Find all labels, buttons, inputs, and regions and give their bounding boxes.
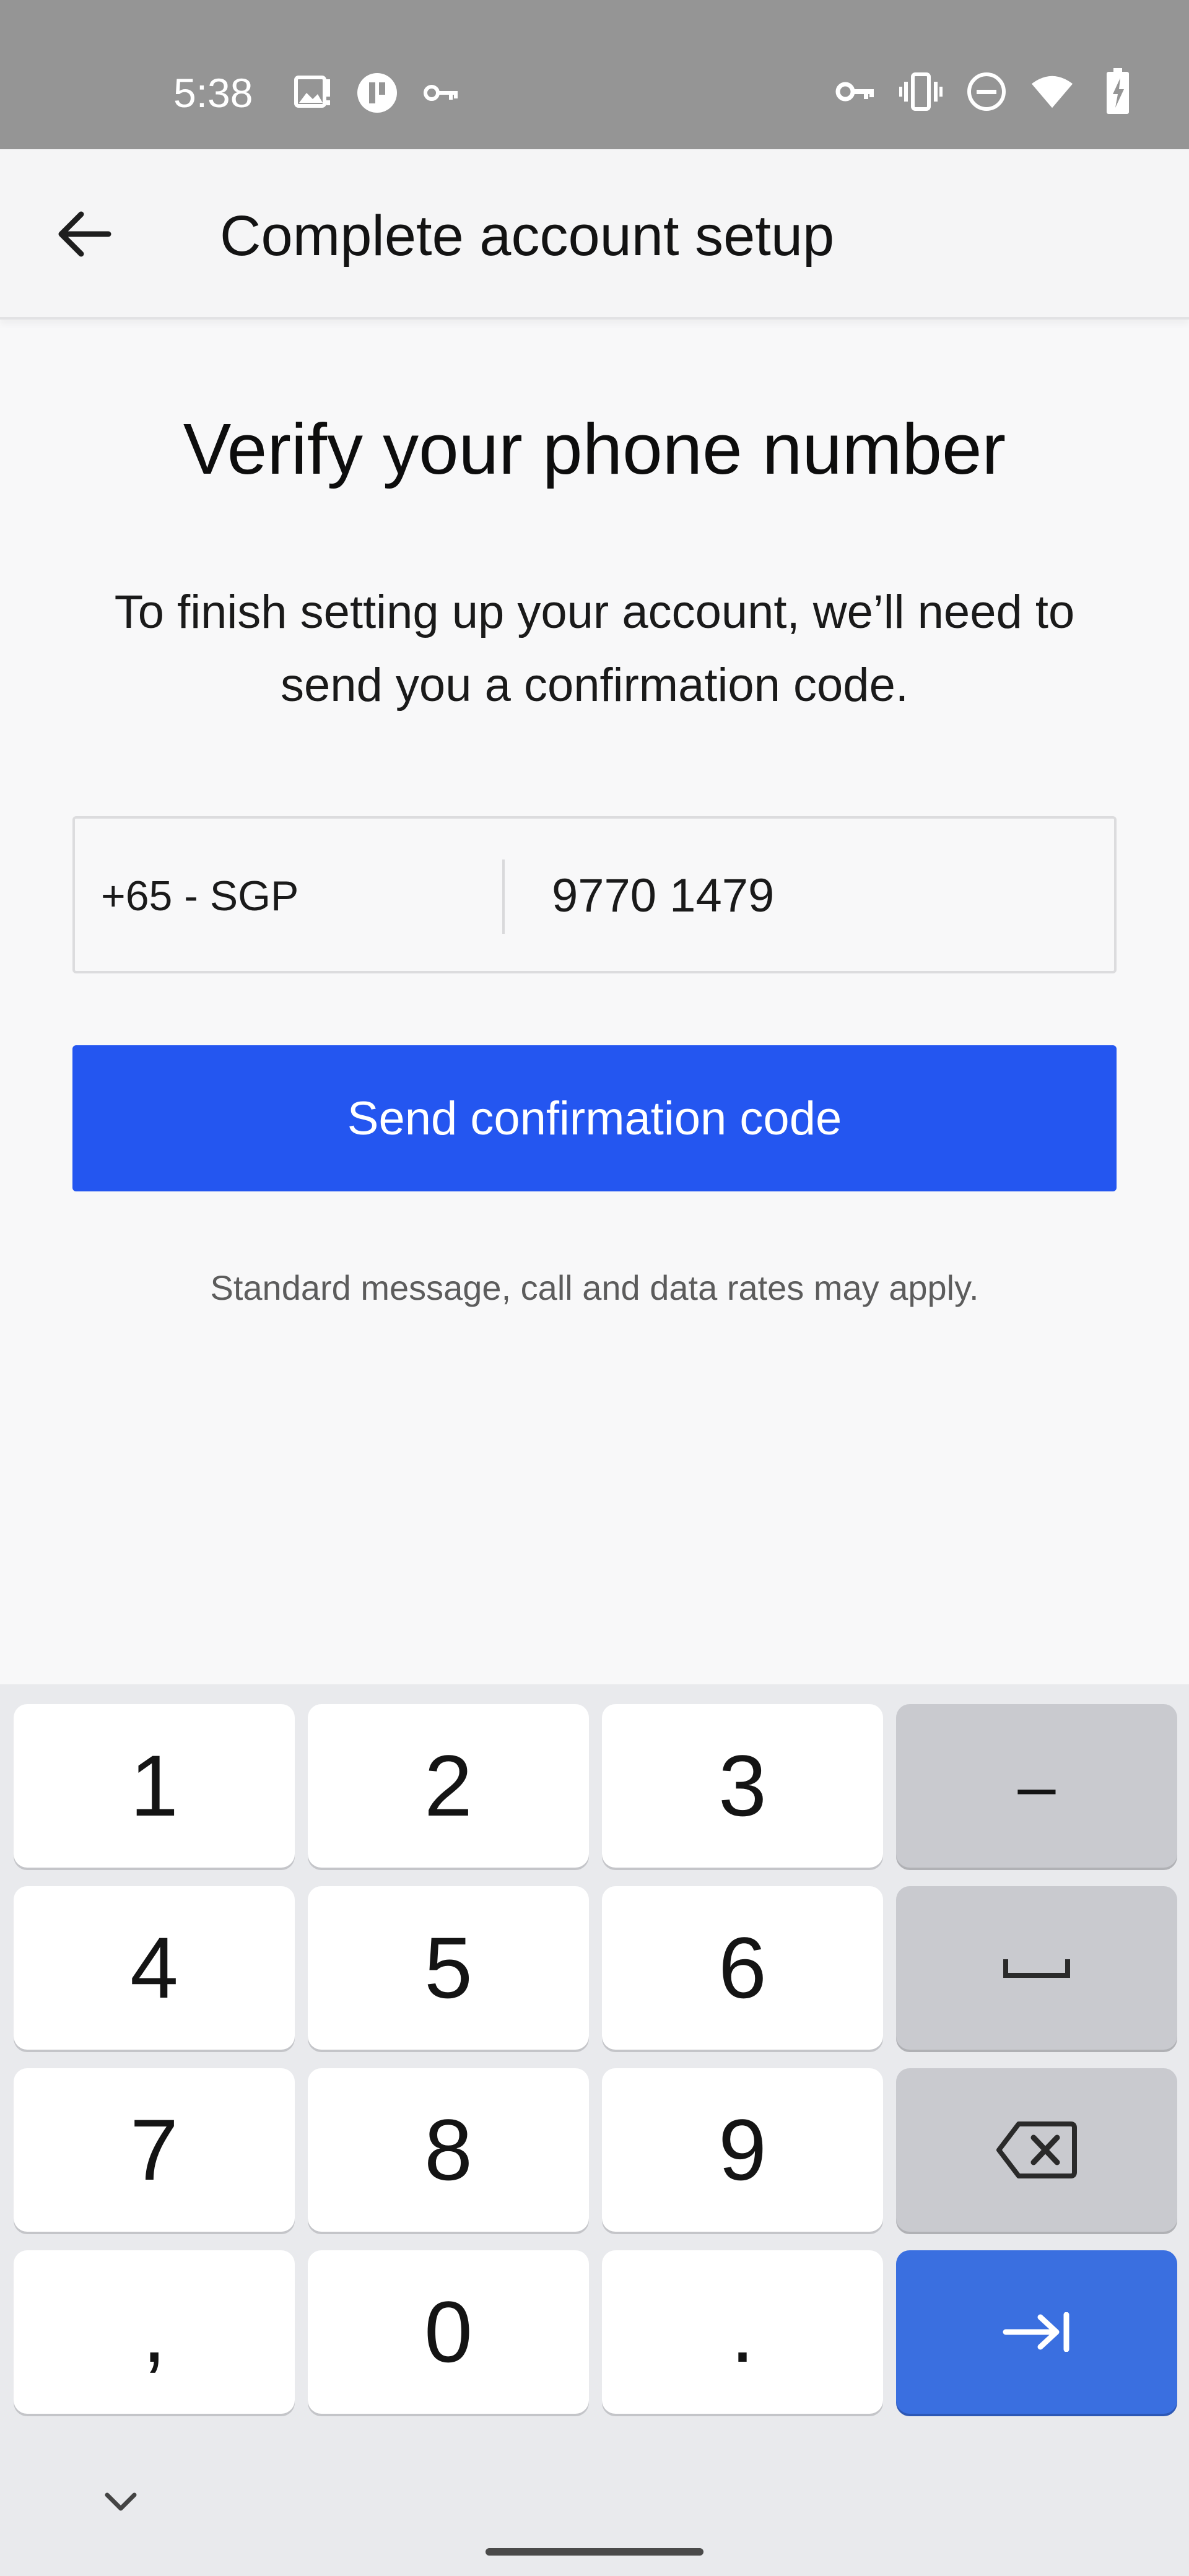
app-bar: Complete account setup — [0, 149, 1189, 320]
key-2[interactable]: 2 — [308, 1704, 589, 1868]
verify-description: To finish setting up your account, we’ll… — [114, 586, 1075, 711]
phone-number-input[interactable] — [552, 858, 1097, 933]
key-icon — [420, 68, 463, 118]
key-4[interactable]: 4 — [14, 1886, 295, 2050]
country-code-select[interactable]: +65 - SGP — [75, 819, 503, 971]
status-right-icons — [834, 67, 1139, 116]
space-icon — [1003, 1959, 1070, 1978]
key-7[interactable]: 7 — [14, 2068, 295, 2232]
chevron-down-icon — [105, 2492, 137, 2511]
arrow-left-icon — [58, 211, 111, 257]
vibrate-icon — [899, 67, 943, 116]
status-left-icons — [291, 68, 463, 118]
key-5[interactable]: 5 — [308, 1886, 589, 2050]
tab-next-icon — [1003, 2312, 1069, 2352]
backspace-icon — [996, 2121, 1077, 2178]
key-6[interactable]: 6 — [602, 1886, 883, 2050]
field-divider — [502, 859, 505, 934]
keyboard-collapse-button[interactable] — [87, 2468, 155, 2536]
back-button[interactable] — [43, 194, 124, 274]
key-next[interactable] — [896, 2250, 1177, 2414]
key-9[interactable]: 9 — [602, 2068, 883, 2232]
home-indicator[interactable] — [486, 2548, 703, 2556]
vpn-key-icon — [834, 67, 877, 116]
key-1[interactable]: 1 — [14, 1704, 295, 1868]
status-bar: 5:38 — [0, 0, 1189, 149]
phone-number-field: +65 - SGP — [72, 816, 1117, 973]
key-8[interactable]: 8 — [308, 2068, 589, 2232]
page-title: Complete account setup — [220, 204, 835, 268]
numeric-keyboard: 1 2 3 – 4 5 6 7 8 9 , 0 . — [0, 1684, 1189, 2576]
verify-heading: Verify your phone number — [183, 409, 1006, 489]
rates-note: Standard message, call and data rates ma… — [210, 1268, 979, 1307]
key-3[interactable]: 3 — [602, 1704, 883, 1868]
status-time: 5:38 — [173, 70, 253, 116]
country-code-value: +65 - SGP — [101, 872, 299, 920]
wifi-icon — [1030, 67, 1074, 116]
image-icon — [291, 68, 334, 118]
key-0[interactable]: 0 — [308, 2250, 589, 2414]
key-dash[interactable]: – — [896, 1704, 1177, 1868]
battery-charging-icon — [1096, 67, 1139, 116]
app-badge-icon — [355, 68, 399, 118]
main-content: Verify your phone number To finish setti… — [0, 328, 1189, 1684]
send-confirmation-code-button[interactable]: Send confirmation code — [72, 1045, 1117, 1191]
key-period[interactable]: . — [602, 2250, 883, 2414]
key-space[interactable] — [896, 1886, 1177, 2050]
key-comma[interactable]: , — [14, 2250, 295, 2414]
key-backspace[interactable] — [896, 2068, 1177, 2232]
do-not-disturb-icon — [965, 67, 1008, 116]
